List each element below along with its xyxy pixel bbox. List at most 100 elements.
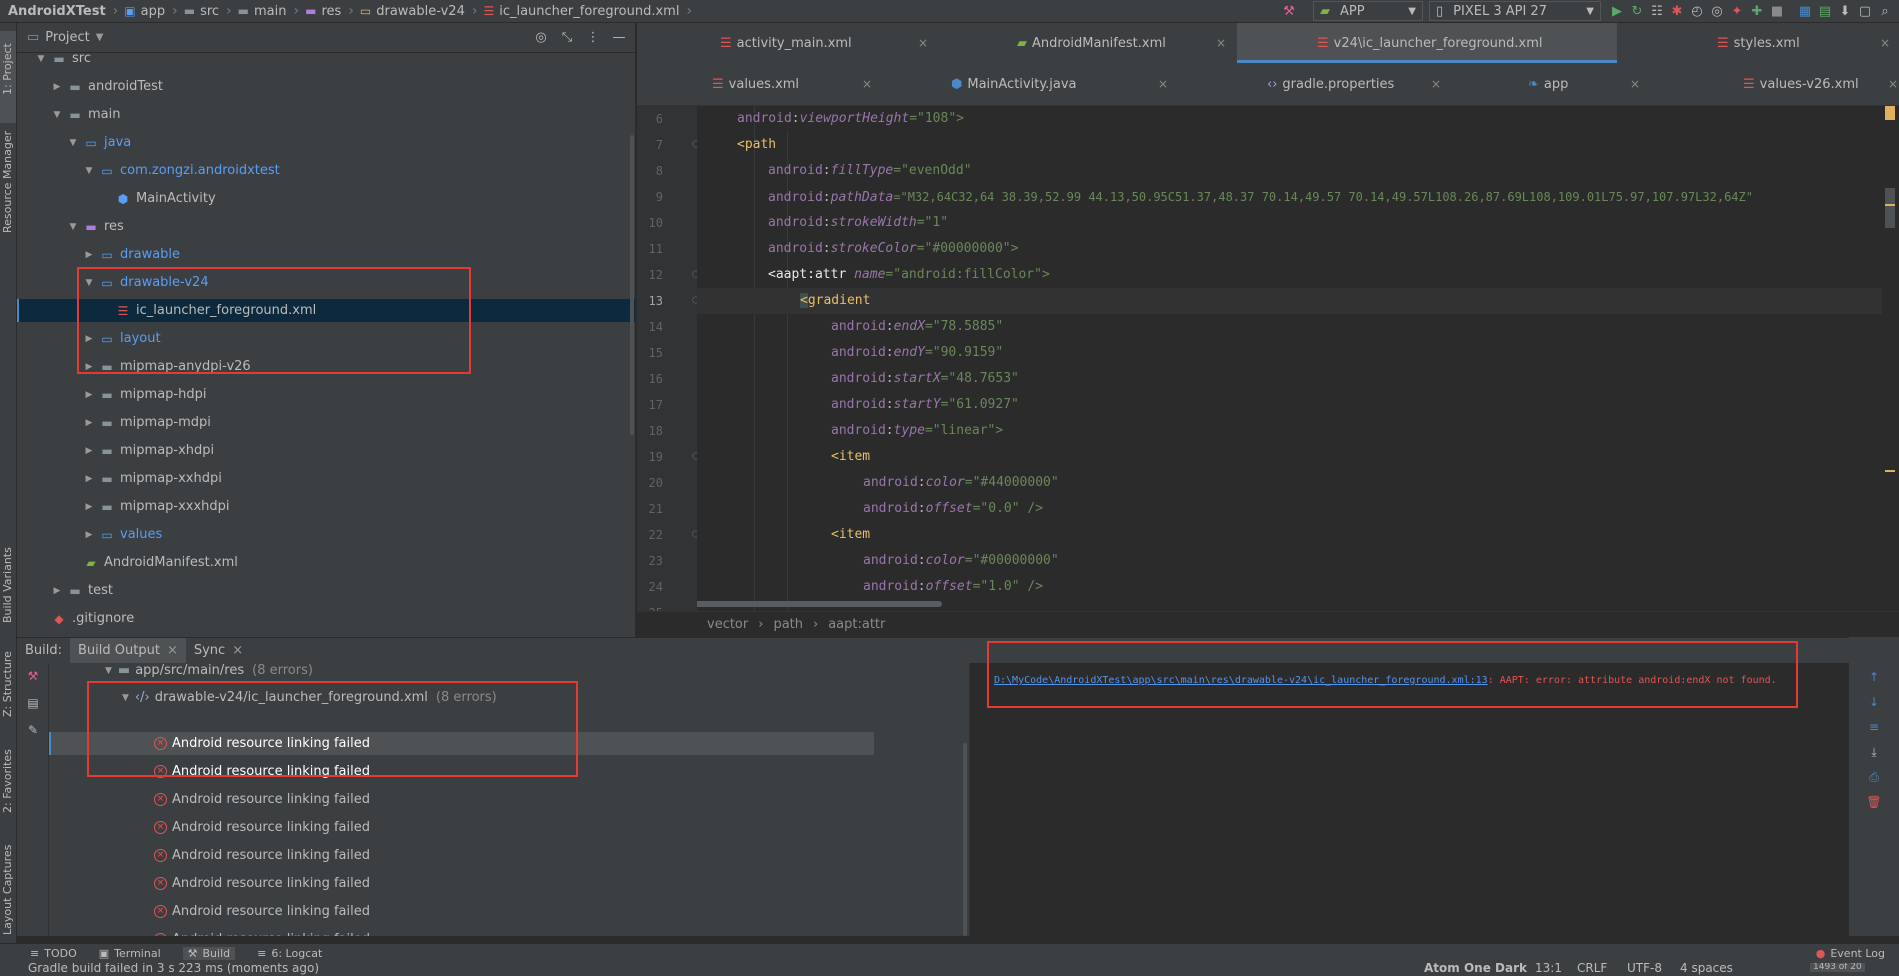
event-log-tool-tab[interactable]: ● Event Log (1816, 947, 1885, 960)
favorites-tool-tab[interactable]: 2: Favorites (1, 749, 14, 813)
build-error-item[interactable]: × Android resource linking failed (154, 816, 370, 839)
tab-styles[interactable]: ☰ styles.xml × (1617, 23, 1899, 63)
chevron-down-icon[interactable]: ▼ (35, 54, 47, 64)
breadcrumb-src[interactable]: ▬ src › (178, 3, 232, 19)
build-error-item[interactable]: × Android resource linking failed (154, 732, 370, 755)
status-caret-position[interactable]: 13:1 (1535, 963, 1562, 975)
tree-item[interactable]: ▶ ▭ values (17, 523, 635, 546)
build-tree-scrollbar[interactable] (963, 743, 967, 936)
breadcrumb-file[interactable]: ☰ ic_launcher_foreground.xml › (477, 3, 692, 19)
build-error-item[interactable]: × Android resource linking failed (154, 788, 370, 811)
breadcrumb-project[interactable]: AndroidXTest › (0, 3, 118, 19)
more-options-icon[interactable]: ⋮ (583, 28, 603, 48)
hide-panel-icon[interactable]: — (609, 28, 629, 48)
breadcrumb-main[interactable]: ▬ main › (232, 3, 299, 19)
tree-item[interactable]: ⬢ MainActivity (17, 187, 635, 210)
terminal-icon[interactable]: ▤ (1815, 1, 1835, 21)
build-error-item[interactable]: × Android resource linking failed (154, 872, 370, 895)
tree-item[interactable]: ▶ ▬ test (17, 579, 635, 602)
avd-manager-icon[interactable]: ▢ (1855, 1, 1875, 21)
code-editor[interactable]: android:viewportHeight="108"> <path andr… (697, 106, 1882, 611)
editor-marker-bar[interactable] (1882, 106, 1899, 611)
close-icon[interactable]: × (1216, 36, 1226, 50)
chevron-down-icon[interactable]: ▼ (83, 278, 95, 288)
build-error-item[interactable]: × Android resource linking failed (154, 760, 370, 783)
tree-item[interactable]: ▼ ▭ drawable-v24 (17, 271, 635, 294)
status-memory[interactable]: 1493 of 20 (1810, 963, 1865, 972)
android-debug-icon[interactable]: ✚ (1747, 1, 1767, 21)
hammer-icon[interactable]: ⚒ (25, 669, 41, 683)
apply-code-changes-icon[interactable]: ☷ (1647, 1, 1667, 21)
close-icon[interactable]: × (918, 36, 928, 50)
close-icon[interactable]: × (1158, 77, 1168, 91)
build-variants-tool-tab[interactable]: Build Variants (1, 547, 14, 623)
build-tree-file[interactable]: ▼ ‹/› drawable-v24/ic_launcher_foreground.… (122, 686, 497, 709)
tree-item[interactable]: ▼ ▬ res (17, 215, 635, 238)
code-breadcrumb-item[interactable]: vector (707, 617, 748, 632)
toggle-view-icon[interactable]: ▤ (25, 696, 41, 710)
build-error-item[interactable]: × Android resource linking failed (154, 900, 370, 923)
profile-icon[interactable]: ◴ (1687, 1, 1707, 21)
code-breadcrumb-item[interactable]: path (773, 617, 803, 632)
project-scrollbar[interactable] (630, 135, 634, 435)
tree-item[interactable]: ▶ ▬ mipmap-anydpi-v26 (17, 355, 635, 378)
status-line-separator[interactable]: CRLF (1577, 963, 1607, 975)
run-config-select[interactable]: ▰ APP ▼ (1313, 1, 1423, 21)
tree-item[interactable]: ▼ ▭ com.zongzi.androidxtest (17, 159, 635, 182)
status-indent[interactable]: 4 spaces (1680, 963, 1733, 975)
tree-item[interactable]: ◆ .gitignore (17, 607, 635, 630)
chevron-right-icon[interactable]: ▶ (83, 390, 95, 400)
close-icon[interactable]: × (1888, 77, 1898, 91)
structure-tool-tab[interactable]: Z: Structure (1, 651, 14, 717)
tree-item[interactable]: ▶ ▬ androidTest (17, 75, 635, 98)
tree-item[interactable]: ☰ ic_launcher_foreground.xml (17, 299, 635, 322)
layout-captures-tool-tab[interactable]: Layout Captures (1, 845, 14, 935)
breadcrumb-drawable[interactable]: ▭ drawable-v24 › (354, 3, 478, 19)
soft-wrap-icon[interactable]: ≡ (1866, 720, 1882, 734)
project-view-select[interactable]: Project (45, 30, 89, 45)
build-output-console[interactable]: D:\MyCode\AndroidXTest\app\src\main\res\… (969, 663, 1849, 936)
chevron-down-icon[interactable]: ▼ (51, 110, 63, 120)
terminal-tool-tab[interactable]: ▣ Terminal (99, 947, 161, 960)
chevron-right-icon[interactable]: ▶ (83, 502, 95, 512)
tab-app[interactable]: ❧ app × (1450, 64, 1650, 104)
chevron-right-icon[interactable]: ▶ (83, 418, 95, 428)
tree-item[interactable]: ▼ ▬ src (17, 53, 635, 70)
collapse-all-icon[interactable]: ⤡ (557, 28, 577, 48)
close-icon[interactable]: × (1630, 77, 1640, 91)
build-tool-tab[interactable]: ⚒ Build (182, 947, 236, 960)
tree-item[interactable]: ▶ ▬ mipmap-hdpi (17, 383, 635, 406)
hammer-icon[interactable]: ⚒ (1279, 1, 1299, 21)
tab-activity-main[interactable]: ☰ activity_main.xml × (637, 23, 937, 63)
close-icon[interactable]: × (232, 643, 243, 658)
tree-item[interactable]: ▶ ▬ mipmap-mdpi (17, 411, 635, 434)
tree-item[interactable]: ▶ ▬ mipmap-xxxhdpi (17, 495, 635, 518)
breadcrumb-res[interactable]: ▬ res › (299, 3, 354, 19)
tab-main-activity[interactable]: ⬢ MainActivity.java × (881, 64, 1177, 104)
tree-item[interactable]: ▶ ▬ mipmap-xxhdpi (17, 467, 635, 490)
chevron-right-icon[interactable]: ▶ (83, 474, 95, 484)
pin-icon[interactable]: ✎ (25, 723, 41, 737)
arrow-down-icon[interactable]: ↓ (1866, 695, 1882, 709)
resource-manager-tool-tab[interactable]: Resource Manager (1, 131, 14, 233)
device-select[interactable]: ▯ PIXEL 3 API 27 ▼ (1429, 1, 1601, 21)
build-error-item[interactable]: × Android resource linking failed (154, 928, 370, 936)
chevron-right-icon[interactable]: ▶ (83, 250, 95, 260)
tree-item[interactable]: ▶ ▭ layout (17, 327, 635, 350)
stop-icon[interactable]: ■ (1767, 1, 1787, 21)
run-icon[interactable]: ▶ (1607, 1, 1627, 21)
search-icon[interactable]: ⌕ (1875, 1, 1895, 21)
chevron-right-icon[interactable]: ▶ (51, 82, 63, 92)
sdk-manager-icon[interactable]: ⬇ (1835, 1, 1855, 21)
arrow-up-icon[interactable]: ↑ (1866, 670, 1882, 684)
chevron-down-icon[interactable]: ▼ (67, 138, 79, 148)
close-icon[interactable]: × (167, 643, 178, 658)
tab-gradle-properties[interactable]: ‹› gradle.properties × (1177, 64, 1450, 104)
chevron-down-icon[interactable]: ▼ (83, 166, 95, 176)
tree-item[interactable]: ▶ ▭ drawable (17, 243, 635, 266)
tab-values-v26[interactable]: ☰ values-v26.xml × (1650, 64, 1899, 104)
apply-changes-icon[interactable]: ↻ (1627, 1, 1647, 21)
tree-item[interactable]: ▼ ▬ main (17, 103, 635, 126)
tree-item[interactable]: ▰ AndroidManifest.xml (17, 551, 635, 574)
project-tool-tab[interactable]: 1: Project (1, 43, 14, 95)
